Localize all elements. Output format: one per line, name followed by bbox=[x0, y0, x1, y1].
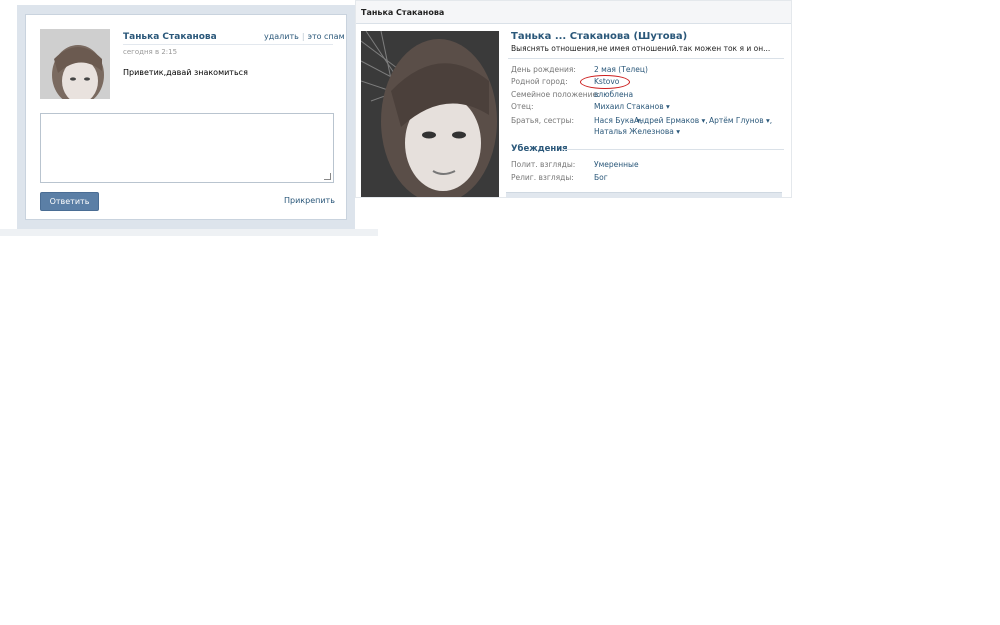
reply-textarea[interactable] bbox=[40, 113, 334, 183]
message-panel: Танька Стаканова удалить | это спам сегодн… bbox=[17, 5, 355, 229]
info-label: Братья, сестры: bbox=[511, 116, 575, 125]
info-value[interactable]: влюблена bbox=[594, 90, 633, 99]
info-label: День рождения: bbox=[511, 65, 576, 74]
profile-photo[interactable] bbox=[361, 31, 499, 197]
profile-panel: Танька Стаканова Танька ... Стаканова (Ш… bbox=[355, 0, 792, 198]
sender-avatar[interactable] bbox=[40, 29, 110, 99]
sibling-link[interactable]: Артём Глунов ▾, bbox=[709, 116, 772, 125]
profile-header: Танька Стаканова bbox=[356, 1, 791, 24]
sibling-link[interactable]: Наталья Железнова ▾ bbox=[594, 127, 680, 136]
info-label: Отец: bbox=[511, 102, 534, 111]
next-section-strip bbox=[506, 192, 782, 198]
profile-full-name: Танька ... Стаканова (Шутова) bbox=[511, 31, 688, 42]
spam-link[interactable]: это спам bbox=[308, 32, 345, 41]
message-card: Танька Стаканова удалить | это спам сегодн… bbox=[25, 14, 347, 220]
message-divider bbox=[123, 44, 333, 45]
sibling-link[interactable]: Андрей Ермаков ▾, bbox=[634, 116, 708, 125]
info-value[interactable]: Михаил Стаканов ▾ bbox=[594, 102, 670, 111]
message-actions: удалить | это спам bbox=[264, 32, 345, 41]
delete-link[interactable]: удалить bbox=[264, 32, 299, 41]
actions-separator: | bbox=[301, 32, 305, 41]
info-value[interactable]: Бог bbox=[594, 173, 608, 182]
profile-divider bbox=[508, 58, 784, 59]
red-circle-annotation bbox=[580, 75, 630, 89]
beliefs-divider bbox=[562, 149, 784, 150]
message-time: сегодня в 2:15 bbox=[123, 48, 178, 56]
attach-link[interactable]: Прикрепить bbox=[284, 196, 335, 205]
beliefs-section-title: Убеждения bbox=[511, 144, 568, 154]
message-author[interactable]: Танька Стаканова bbox=[123, 32, 217, 42]
resize-grip-icon[interactable] bbox=[324, 173, 331, 180]
reply-button[interactable]: Ответить bbox=[40, 192, 99, 211]
profile-status[interactable]: Выяснять отношения,не имея отношений.так… bbox=[511, 44, 770, 53]
info-label: Полит. взгляды: bbox=[511, 160, 576, 169]
info-label: Религ. взгляды: bbox=[511, 173, 574, 182]
profile-header-title: Танька Стаканова bbox=[361, 8, 445, 17]
info-value[interactable]: Умеренные bbox=[594, 160, 639, 169]
info-label: Семейное положение: bbox=[511, 90, 600, 99]
message-text: Приветик,давай знакомиться bbox=[123, 68, 248, 77]
panel-bottom-band bbox=[0, 229, 378, 236]
info-value[interactable]: 2 мая (Телец) bbox=[594, 65, 648, 74]
info-label: Родной город: bbox=[511, 77, 568, 86]
